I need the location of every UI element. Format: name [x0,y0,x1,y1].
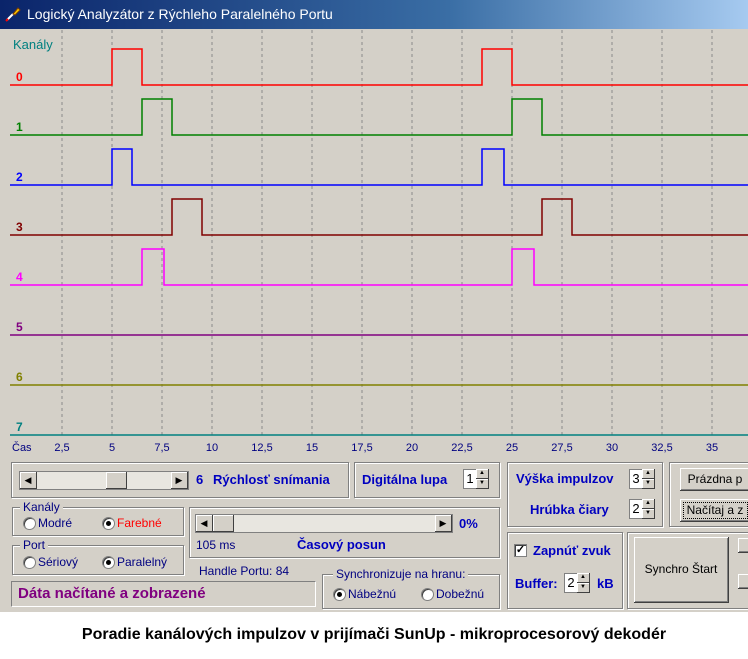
time-tick-label: 22,5 [451,442,473,454]
zoom-label: Digitálna lupa [362,472,448,487]
radio-color-label[interactable]: Farebné [117,516,162,530]
spin-up-icon[interactable]: ▲ [577,573,590,583]
spin-up-icon[interactable]: ▲ [642,499,655,509]
time-tick-label: 10 [205,442,219,454]
spin-down-icon[interactable]: ▼ [642,479,655,489]
time-tick-label: 25 [505,442,519,454]
radio-blue[interactable] [23,517,36,530]
time-axis-label: Čas [12,442,32,454]
time-axis: Čas 2,5 5 7,5 10 12,5 15 17,5 20 22,5 25 27,5 30 32,… [0,438,748,458]
offset-ms: 105 ms [196,538,236,552]
figure-caption: Poradie kanálových impulzov v prijímači … [81,626,667,643]
signal-plot: Kanály 0 1 2 3 4 5 6 7 [10,30,748,438]
time-tick-label: 27,5 [551,442,573,454]
spin-up-icon[interactable]: ▲ [476,469,489,479]
pulse-height-label: Výška impulzov [516,471,614,486]
time-tick-label: 32,5 [651,442,673,454]
buffer-unit: kB [597,576,614,591]
sync-group-title: Synchronizuje na hranu: [333,567,469,581]
line-width-value[interactable]: 2 [629,499,643,519]
buffer-label: Buffer: [515,576,558,591]
line-width-label: Hrúbka čiary [530,502,609,517]
offset-scroll-thumb[interactable] [213,515,234,532]
channel-label: 6 [16,370,23,384]
sound-label[interactable]: Zapnúť zvuk [533,543,611,558]
synchro-start-button[interactable]: Synchro Štart [634,537,729,603]
buffer-value[interactable]: 2 [564,573,578,593]
zoom-value[interactable]: 1 [463,469,477,489]
empty-button[interactable]: Prázdna p [680,468,748,491]
scroll-right-icon[interactable]: ▶ [435,515,452,532]
speed-value: 6 [196,472,204,487]
spin-down-icon[interactable]: ▼ [476,479,489,489]
radio-rising-label[interactable]: Nábežnú [348,587,396,601]
channel-label: 2 [16,170,23,184]
speed-label: Rýchlosť snímania [213,472,330,487]
time-tick-label: 12,5 [251,442,273,454]
scroll-left-icon[interactable]: ◀ [196,515,213,532]
channel-label: 1 [16,120,23,134]
time-tick-label: 30 [605,442,619,454]
side-button-2[interactable] [738,574,748,589]
load-button[interactable]: Načítaj a z [680,499,748,522]
radio-parallel-label[interactable]: Paralelný [117,555,167,569]
channel-trace [10,98,748,136]
radio-parallel[interactable] [102,556,115,569]
scroll-right-icon[interactable]: ▶ [171,472,188,489]
channel-label: 4 [16,270,23,284]
scroll-left-icon[interactable]: ◀ [20,472,37,489]
probe-icon [5,7,21,22]
speed-scroll-thumb[interactable] [106,472,127,489]
offset-scrollbar[interactable]: ◀ ▶ [195,514,453,533]
channel-label: 5 [16,320,23,334]
channel-trace [10,148,748,186]
time-tick-label: 7,5 [154,442,170,454]
pulse-height-value[interactable]: 3 [629,469,643,489]
time-tick-label: 2,5 [54,442,70,454]
radio-color[interactable] [102,517,115,530]
offset-percent: 0% [459,516,478,531]
spin-down-icon[interactable]: ▼ [577,583,590,593]
time-tick-label: 5 [108,442,116,454]
time-tick-label: 35 [705,442,719,454]
channels-group-title: Kanály [20,500,63,514]
radio-falling-label[interactable]: Dobežnú [436,587,484,601]
channel-trace [10,48,748,86]
signal-display: Kanály 0 1 2 3 4 5 6 7 [10,30,748,438]
radio-serial-label[interactable]: Sériový [38,555,78,569]
channel-label: 3 [16,220,23,234]
side-button-1[interactable] [738,538,748,553]
channels-header: Kanály [13,37,53,52]
radio-blue-label[interactable]: Modré [38,516,72,530]
sound-checkbox[interactable]: ✓ [514,544,527,557]
radio-serial[interactable] [23,556,36,569]
title-bar[interactable]: Logický Analyzátor z Rýchleho Paralelnéh… [0,0,748,29]
time-tick-label: 20 [405,442,419,454]
channel-trace [10,248,748,286]
app-window: Logický Analyzátor z Rýchleho Paralelnéh… [0,0,748,612]
spin-down-icon[interactable]: ▼ [642,509,655,519]
handle-label: Handle Portu: 84 [199,564,290,578]
status-text: Dáta načítané a zobrazené [18,585,206,602]
time-tick-label: 15 [305,442,319,454]
window-title: Logický Analyzátor z Rýchleho Paralelnéh… [27,6,333,22]
radio-falling[interactable] [421,588,434,601]
channel-trace [10,198,748,236]
speed-scrollbar[interactable]: ◀ ▶ [19,471,189,490]
port-group-title: Port [20,538,49,552]
channel-label: 0 [16,70,23,84]
offset-label: Časový posun [297,537,386,552]
time-tick-label: 17,5 [351,442,373,454]
radio-rising[interactable] [333,588,346,601]
channel-label: 7 [16,420,23,434]
spin-up-icon[interactable]: ▲ [642,469,655,479]
